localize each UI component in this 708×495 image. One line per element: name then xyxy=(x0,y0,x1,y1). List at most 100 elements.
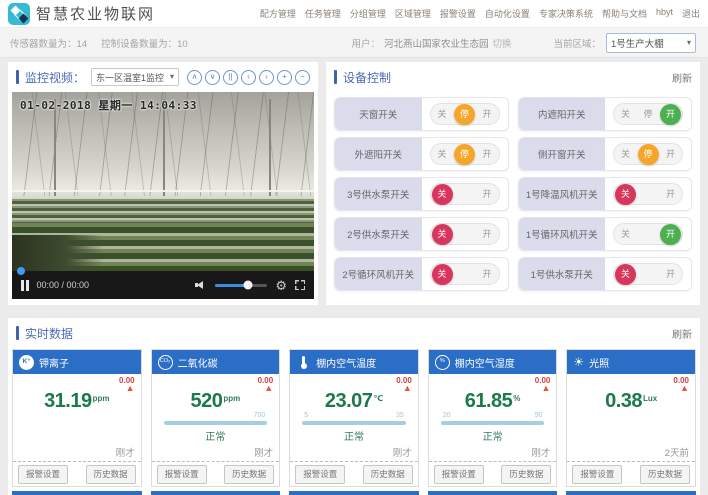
device-switch-label: 2号供水泵开关 xyxy=(335,218,422,250)
alarm-settings-button[interactable]: 报警设置 xyxy=(18,465,68,484)
sensor-card: ☀光照0.00▲0.38Lux2天前报警设置历史数据 xyxy=(566,349,696,487)
ptz-zoom-in-button[interactable]: + xyxy=(277,70,292,85)
switch-state-active[interactable]: 关 xyxy=(432,264,453,285)
history-data-button[interactable]: 历史数据 xyxy=(224,465,274,484)
status-label: 正常 xyxy=(429,428,557,443)
sensor-value-unit: Lux xyxy=(643,394,657,403)
toggle-switch[interactable]: 关开 xyxy=(613,223,683,245)
delta-indicator: 0.00▲ xyxy=(258,377,274,393)
menu-item[interactable]: 退出 xyxy=(682,7,700,20)
sensor-card-footer: 报警设置历史数据 xyxy=(13,461,141,486)
sensor-value: 23.07℃ xyxy=(290,391,418,411)
menu-item[interactable]: hbyt xyxy=(656,7,673,20)
range-labels: 700 xyxy=(166,412,266,420)
switch-state[interactable]: 开 xyxy=(482,110,491,119)
pause-button[interactable] xyxy=(21,280,29,291)
arrow-up-icon: ▲ xyxy=(403,384,412,393)
info-bar: 传感器数量为：14 控制设备数量为：10 用户： 河北燕山国家农业生态园 切换 … xyxy=(0,28,708,58)
switch-state[interactable]: 开 xyxy=(482,150,491,159)
alarm-settings-button[interactable]: 报警设置 xyxy=(157,465,207,484)
alarm-settings-button[interactable]: 报警设置 xyxy=(572,465,622,484)
sensor-card-header: K⁺ 钾离子 xyxy=(13,350,141,374)
switch-state[interactable]: 开 xyxy=(666,270,675,279)
range-min: 20 xyxy=(443,412,451,420)
next-card-peek xyxy=(566,491,696,495)
menu-item[interactable]: 报警设置 xyxy=(440,7,476,20)
region-select[interactable]: 1号生产大棚 ▾ xyxy=(606,33,696,53)
video-player[interactable]: 01-02-2018 星期一 14:04:33 00:00 / 00:00 ⚙ xyxy=(12,92,314,299)
volume-icon[interactable] xyxy=(195,280,207,291)
switch-state[interactable]: 关 xyxy=(438,150,447,159)
switch-state-active[interactable]: 关 xyxy=(432,184,453,205)
switch-state-active[interactable]: 开 xyxy=(660,104,681,125)
sensor-card-header: %棚内空气湿度 xyxy=(429,350,557,374)
toggle-switch[interactable]: 关 停开 xyxy=(613,103,683,125)
ptz-pan-down-button[interactable]: ∨ xyxy=(205,70,220,85)
settings-gear-icon[interactable]: ⚙ xyxy=(275,279,287,292)
toggle-switch[interactable]: 关开 xyxy=(430,223,500,245)
history-data-button[interactable]: 历史数据 xyxy=(501,465,551,484)
history-data-button[interactable]: 历史数据 xyxy=(86,465,136,484)
sensor-card-header: 棚内空气温度 xyxy=(290,350,418,374)
video-section-title: 监控视频： xyxy=(25,69,85,86)
switch-state-active[interactable]: 关 xyxy=(615,184,636,205)
history-data-button[interactable]: 历史数据 xyxy=(640,465,690,484)
menu-item[interactable]: 自动化设置 xyxy=(485,7,530,20)
switch-state[interactable]: 停 xyxy=(644,110,653,119)
volume-knob[interactable] xyxy=(243,281,252,290)
alarm-settings-button[interactable]: 报警设置 xyxy=(434,465,484,484)
switch-state-active[interactable]: 停 xyxy=(638,144,659,165)
ptz-pan-left-button[interactable]: ‹ xyxy=(241,70,256,85)
switch-state[interactable]: 开 xyxy=(482,230,491,239)
range-max: 35 xyxy=(396,412,404,420)
menu-item[interactable]: 任务管理 xyxy=(305,7,341,20)
switch-state[interactable]: 开 xyxy=(666,190,675,199)
history-data-button[interactable]: 历史数据 xyxy=(363,465,413,484)
switch-state[interactable]: 开 xyxy=(482,190,491,199)
fullscreen-icon[interactable] xyxy=(295,280,305,290)
switch-state-active[interactable]: 关 xyxy=(432,224,453,245)
ptz-pan-up-button[interactable]: ∧ xyxy=(187,70,202,85)
delta-indicator: 0.00▲ xyxy=(119,377,135,393)
switch-state[interactable]: 开 xyxy=(482,270,491,279)
alarm-settings-button[interactable]: 报警设置 xyxy=(295,465,345,484)
switch-state-active[interactable]: 停 xyxy=(454,104,475,125)
switch-user-link[interactable]: 切换 xyxy=(492,36,511,50)
device-switch-label: 1号降温风机开关 xyxy=(519,178,606,210)
menu-item[interactable]: 配方管理 xyxy=(260,7,296,20)
toggle-switch[interactable]: 关停开 xyxy=(430,103,500,125)
toggle-switch[interactable]: 关开 xyxy=(430,183,500,205)
delta-indicator: 0.00▲ xyxy=(673,377,689,393)
switch-state-active[interactable]: 停 xyxy=(454,144,475,165)
top-menu: 配方管理任务管理分组管理区域管理报警设置自动化设置专家决策系统帮助与文档 hbyt… xyxy=(260,7,700,20)
menu-item[interactable]: 专家决策系统 xyxy=(539,7,593,20)
seek-position-dot[interactable] xyxy=(17,267,25,275)
menu-item[interactable]: 帮助与文档 xyxy=(602,7,647,20)
realtime-refresh-link[interactable]: 刷新 xyxy=(672,326,692,341)
potassium-icon: K⁺ xyxy=(19,355,34,370)
ptz-pause-button[interactable]: || xyxy=(223,70,238,85)
volume-slider[interactable] xyxy=(215,284,267,287)
toggle-switch[interactable]: 关开 xyxy=(430,263,500,285)
camera-select[interactable]: 东一区温室1监控 ▾ xyxy=(91,68,179,86)
ptz-pan-right-button[interactable]: › xyxy=(259,70,274,85)
switch-state[interactable]: 开 xyxy=(666,150,675,159)
switch-state[interactable]: 关 xyxy=(438,110,447,119)
sensor-cards: K⁺钾离子0.00▲31.19ppm刚才报警设置历史数据CO₂二氧化碳0.00▲… xyxy=(8,348,700,487)
greenhouse-post xyxy=(54,99,56,196)
switch-state[interactable]: 关 xyxy=(621,150,630,159)
switch-state-active[interactable]: 关 xyxy=(615,264,636,285)
device-refresh-link[interactable]: 刷新 xyxy=(672,70,692,85)
switch-state[interactable]: 关 xyxy=(621,230,630,239)
menu-item[interactable]: 区域管理 xyxy=(395,7,431,20)
menu-item[interactable]: 分组管理 xyxy=(350,7,386,20)
toggle-switch[interactable]: 关停开 xyxy=(430,143,500,165)
toggle-switch[interactable]: 关停开 xyxy=(613,143,683,165)
switch-state-active[interactable]: 开 xyxy=(660,224,681,245)
toggle-switch[interactable]: 关开 xyxy=(613,183,683,205)
switch-state[interactable]: 关 xyxy=(621,110,630,119)
sensor-card-title: 钾离子 xyxy=(39,355,69,370)
video-time: 00:00 / 00:00 xyxy=(37,280,90,290)
ptz-zoom-out-button[interactable]: − xyxy=(295,70,310,85)
toggle-switch[interactable]: 关开 xyxy=(613,263,683,285)
